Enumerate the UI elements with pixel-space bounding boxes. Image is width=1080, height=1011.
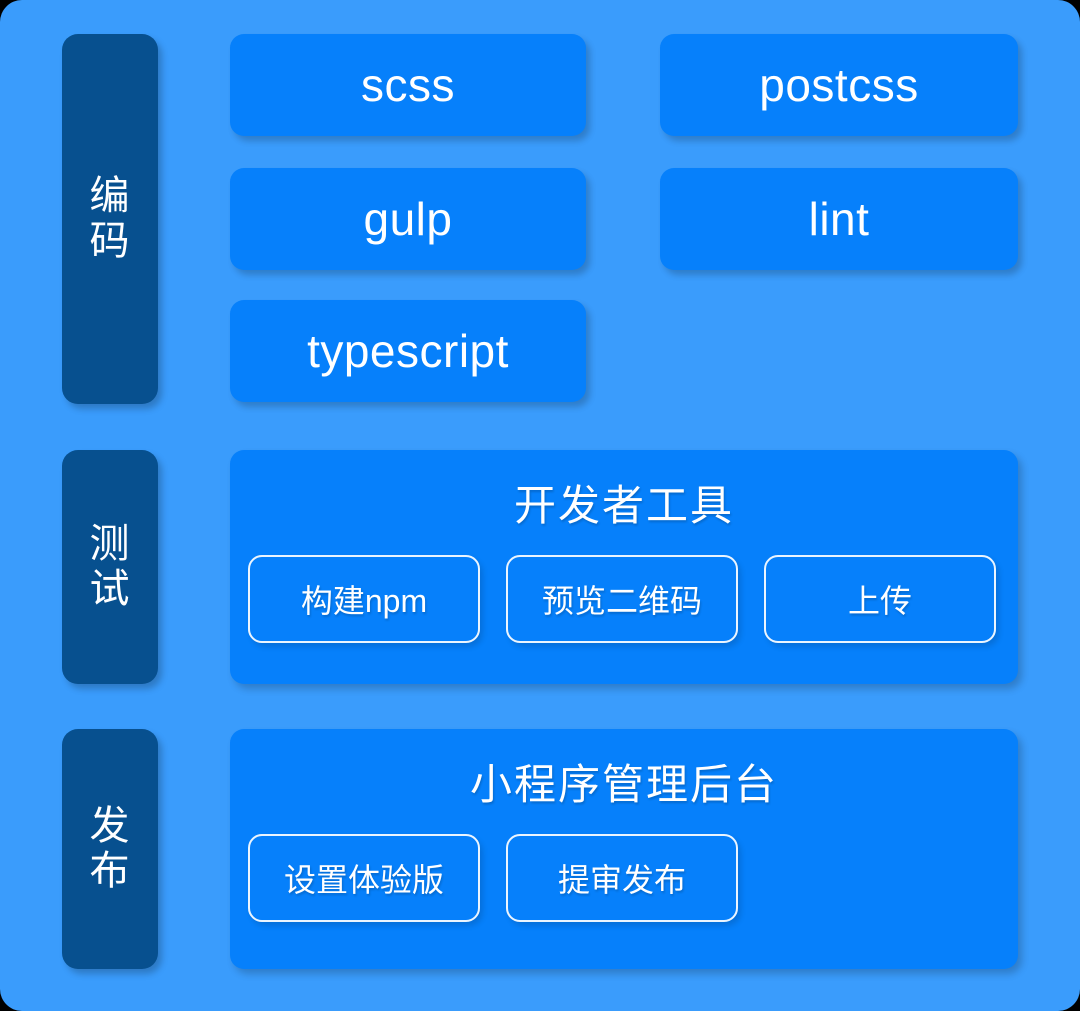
stage-label-testing: 测试 [62, 450, 158, 684]
stage-label-release-text: 发布 [89, 804, 131, 893]
panel-devtools-actions: 构建npm 预览二维码 上传 [230, 555, 1018, 643]
panel-mp-admin-title: 小程序管理后台 [469, 761, 778, 808]
action-upload[interactable]: 上传 [764, 555, 996, 643]
tool-card-scss[interactable]: scss [230, 34, 586, 136]
diagram-stage: 编码 scss postcss gulp lint typescript 测试 … [0, 0, 1080, 1011]
tool-card-gulp[interactable]: gulp [230, 168, 586, 270]
panel-devtools-title: 开发者工具 [513, 482, 734, 529]
stage-label-testing-text: 测试 [89, 522, 131, 611]
panel-mp-admin: 小程序管理后台 设置体验版 提审发布 [230, 729, 1018, 969]
action-set-trial-version[interactable]: 设置体验版 [248, 834, 480, 922]
action-preview-qrcode[interactable]: 预览二维码 [506, 555, 738, 643]
action-build-npm[interactable]: 构建npm [248, 555, 480, 643]
tool-card-postcss[interactable]: postcss [660, 34, 1018, 136]
panel-mp-admin-actions: 设置体验版 提审发布 [230, 834, 1018, 922]
tool-card-typescript[interactable]: typescript [230, 300, 586, 402]
diagram-canvas: 编码 scss postcss gulp lint typescript 测试 … [0, 0, 1080, 1011]
action-submit-review-release[interactable]: 提审发布 [506, 834, 738, 922]
panel-devtools: 开发者工具 构建npm 预览二维码 上传 [230, 450, 1018, 684]
stage-label-coding-text: 编码 [89, 174, 131, 263]
stage-label-release: 发布 [62, 729, 158, 969]
stage-label-coding: 编码 [62, 34, 158, 404]
tool-card-lint[interactable]: lint [660, 168, 1018, 270]
